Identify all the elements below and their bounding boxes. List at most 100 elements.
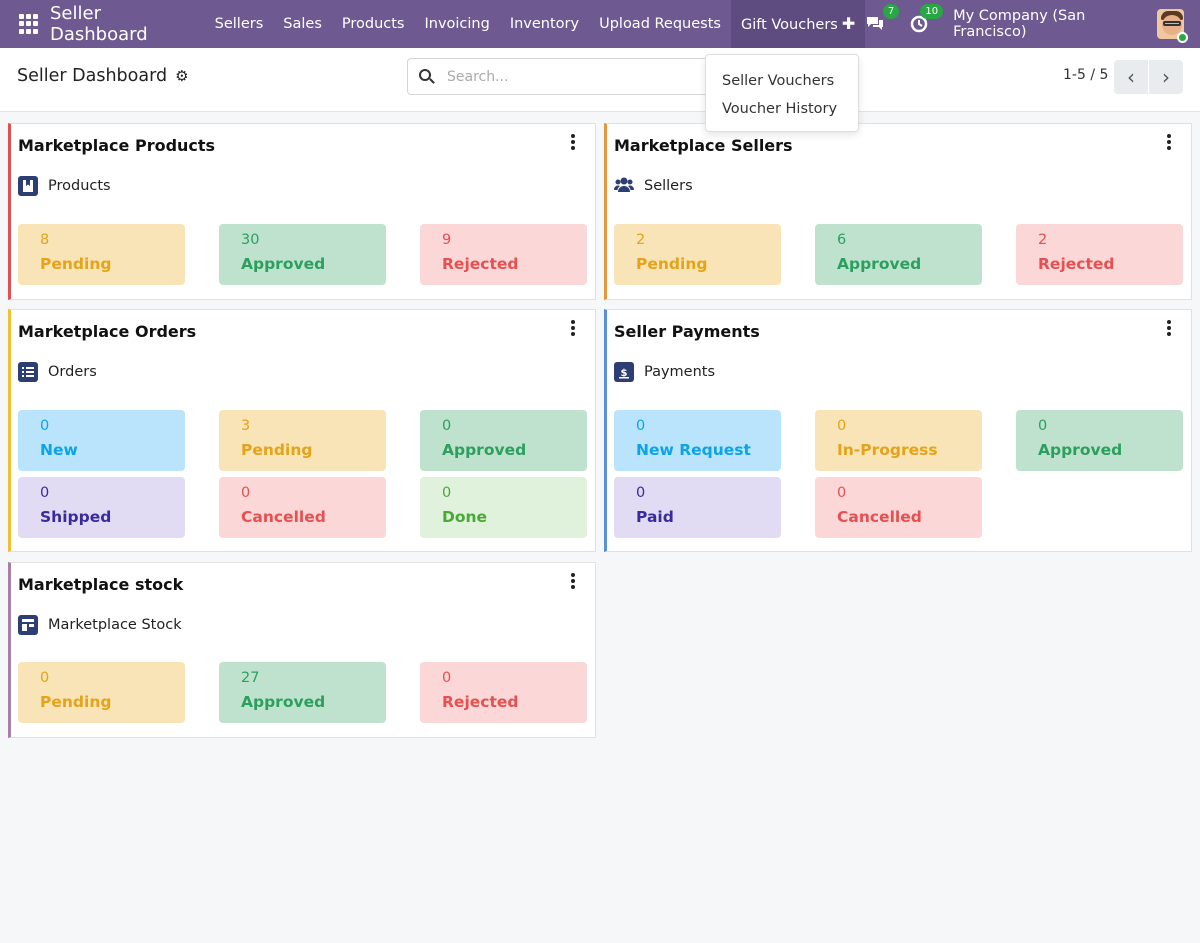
stat-approved[interactable]: 27 Approved [219, 662, 386, 723]
stat-pending[interactable]: 2 Pending [614, 224, 781, 285]
stat-shipped-count: 0 [40, 485, 50, 501]
company-switcher[interactable]: My Company (San Francisco) [953, 8, 1143, 40]
stat-in-progress-label: In-Progress [837, 441, 938, 459]
card-title[interactable]: Marketplace Orders [18, 322, 196, 341]
user-avatar[interactable] [1156, 9, 1188, 43]
stat-cancelled-label: Cancelled [241, 508, 326, 526]
card-subtitle-label: Sellers [644, 178, 693, 194]
menu-products[interactable]: Products [332, 0, 415, 48]
card-marketplace-products: Marketplace Products Products 8 Pending 3… [8, 123, 596, 300]
search-box [407, 58, 717, 95]
card-subtitle[interactable]: Orders [18, 362, 97, 382]
stat-rejected-label: Rejected [1038, 255, 1115, 273]
stat-done-count: 0 [442, 485, 452, 501]
pager-value[interactable]: 1-5 / 5 [1063, 67, 1108, 83]
stat-pending[interactable]: 3 Pending [219, 410, 386, 471]
stat-done[interactable]: 0 Done [420, 477, 587, 538]
card-marketplace-orders: Marketplace Orders Orders 0 New 3 Pending … [8, 309, 596, 552]
warehouse-icon [18, 615, 38, 635]
card-subtitle-label: Marketplace Stock [48, 617, 182, 633]
stat-shipped[interactable]: 0 Shipped [18, 477, 185, 538]
activity-count-badge: 10 [920, 4, 944, 19]
activity-clock-icon[interactable]: 10 [909, 4, 944, 35]
stat-pending[interactable]: 0 Pending [18, 662, 185, 723]
book-icon [18, 176, 38, 196]
stat-approved-label: Approved [241, 693, 326, 711]
stat-approved[interactable]: 30 Approved [219, 224, 386, 285]
dropdown-item-voucher-history[interactable]: Voucher History [706, 97, 858, 125]
stat-rejected-label: Rejected [442, 693, 519, 711]
pager-previous-button[interactable]: ‹ [1114, 60, 1148, 94]
card-title[interactable]: Marketplace Sellers [614, 136, 793, 155]
stat-cancelled-label: Cancelled [837, 508, 922, 526]
stat-cancelled[interactable]: 0 Cancelled [219, 477, 386, 538]
card-marketplace-sellers: Marketplace Sellers Sellers 2 Pending 6 Ap… [604, 123, 1192, 300]
stat-new-count: 0 [40, 418, 50, 434]
stat-paid-label: Paid [636, 508, 674, 526]
app-brand[interactable]: Seller Dashboard [50, 3, 193, 45]
stat-new-request-count: 0 [636, 418, 646, 434]
stat-pending[interactable]: 8 Pending [18, 224, 185, 285]
stat-approved-count: 6 [837, 232, 847, 248]
card-subtitle-label: Orders [48, 364, 97, 380]
search-input[interactable] [447, 68, 687, 85]
card-title[interactable]: Marketplace stock [18, 575, 183, 594]
top-navbar: Seller Dashboard Sellers Sales Products … [0, 0, 1200, 48]
stat-approved-label: Approved [1038, 441, 1123, 459]
card-subtitle[interactable]: $ Payments [614, 362, 715, 382]
stat-rejected-label: Rejected [442, 255, 519, 273]
stat-approved[interactable]: 6 Approved [815, 224, 982, 285]
chat-count-badge: 7 [882, 4, 900, 19]
menu-gift-vouchers-label: Gift Vouchers [740, 17, 838, 33]
money-icon: $ [614, 362, 634, 382]
kebab-menu-icon[interactable] [1165, 134, 1173, 150]
control-panel: Seller Dashboard ⚙ 1-5 / 5 ‹ › [0, 48, 1200, 112]
stat-approved-count: 0 [1038, 418, 1048, 434]
menu-sellers[interactable]: Sellers [205, 0, 274, 48]
stat-pending-count: 0 [40, 670, 50, 686]
card-title[interactable]: Marketplace Products [18, 136, 215, 155]
card-title[interactable]: Seller Payments [614, 322, 760, 341]
kebab-menu-icon[interactable] [1165, 320, 1173, 336]
stat-pending-label: Pending [40, 693, 112, 711]
card-subtitle[interactable]: Marketplace Stock [18, 615, 182, 635]
stat-approved-count: 0 [442, 418, 452, 434]
stat-paid-count: 0 [636, 485, 646, 501]
chat-icon[interactable]: 7 [865, 4, 900, 35]
stat-rejected[interactable]: 2 Rejected [1016, 224, 1183, 285]
plus-icon: ✚ [841, 14, 856, 33]
stat-cancelled[interactable]: 0 Cancelled [815, 477, 982, 538]
stat-approved[interactable]: 0 Approved [1016, 410, 1183, 471]
card-marketplace-stock: Marketplace stock Marketplace Stock 0 Pen… [8, 562, 596, 738]
gear-icon[interactable]: ⚙ [175, 67, 188, 85]
stat-approved[interactable]: 0 Approved [420, 410, 587, 471]
menu-inventory[interactable]: Inventory [500, 0, 589, 48]
stat-pending-count: 3 [241, 418, 251, 434]
pager-next-button[interactable]: › [1149, 60, 1183, 94]
stat-approved-label: Approved [241, 255, 326, 273]
stat-approved-label: Approved [442, 441, 527, 459]
menu-sales[interactable]: Sales [273, 0, 332, 48]
stat-approved-count: 30 [241, 232, 260, 248]
stat-pending-count: 2 [636, 232, 646, 248]
menu-invoicing[interactable]: Invoicing [414, 0, 499, 48]
kebab-menu-icon[interactable] [569, 320, 577, 336]
stat-pending-label: Pending [241, 441, 313, 459]
kebab-menu-icon[interactable] [569, 573, 577, 589]
kebab-menu-icon[interactable] [569, 134, 577, 150]
page-title-text: Seller Dashboard [17, 66, 168, 86]
stat-rejected[interactable]: 9 Rejected [420, 224, 587, 285]
menu-upload-requests[interactable]: Upload Requests [589, 0, 731, 48]
stat-paid[interactable]: 0 Paid [614, 477, 781, 538]
stat-approved-count: 27 [241, 670, 260, 686]
stat-new-request[interactable]: 0 New Request [614, 410, 781, 471]
menu-gift-vouchers[interactable]: Gift Vouchers ✚ [730, 0, 866, 48]
dropdown-item-seller-vouchers[interactable]: Seller Vouchers [706, 69, 858, 97]
stat-in-progress[interactable]: 0 In-Progress [815, 410, 982, 471]
stat-new[interactable]: 0 New [18, 410, 185, 471]
apps-grid-icon[interactable] [19, 14, 38, 34]
card-subtitle[interactable]: Sellers [614, 176, 693, 196]
card-subtitle[interactable]: Products [18, 176, 111, 196]
stat-rejected[interactable]: 0 Rejected [420, 662, 587, 723]
stat-pending-count: 8 [40, 232, 50, 248]
